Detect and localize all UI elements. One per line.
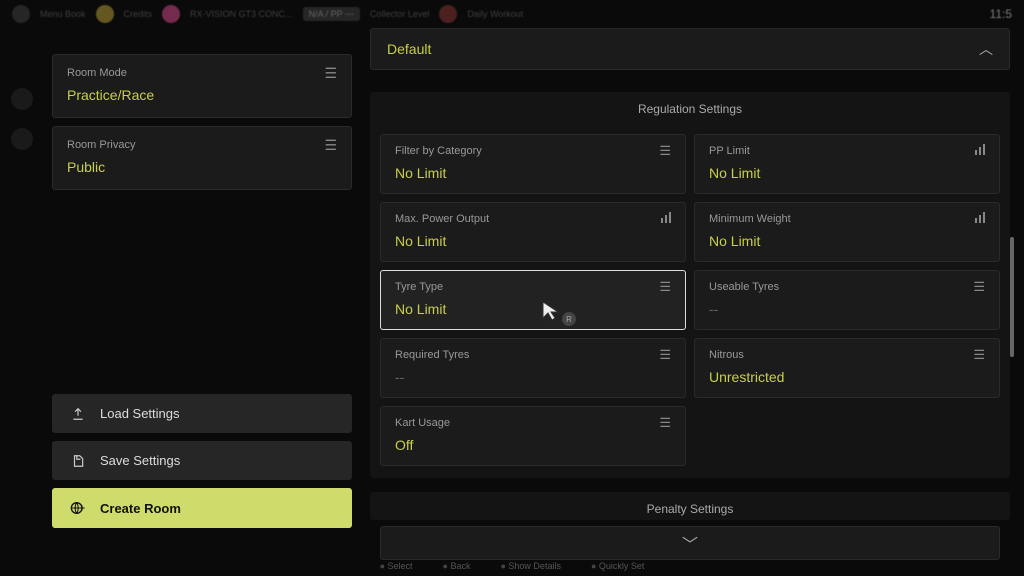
tile-value: Off xyxy=(395,437,671,453)
nitrous-tile[interactable]: ☰ Nitrous Unrestricted xyxy=(694,338,1000,398)
tile-label: PP Limit xyxy=(709,145,985,157)
collector-label: Collector Level xyxy=(370,9,430,19)
car-pill: N/A / PP --- xyxy=(303,7,360,21)
list-icon: ☰ xyxy=(324,137,337,154)
clock: 11:5 xyxy=(990,7,1012,21)
save-settings-button[interactable]: Save Settings xyxy=(52,441,352,480)
regulation-grid-wrap: ☰ Filter by Category No Limit PP Limit N… xyxy=(370,134,1010,478)
room-mode-label: Room Mode xyxy=(67,67,337,79)
default-label: Default xyxy=(387,41,431,57)
kart-usage-tile[interactable]: ☰ Kart Usage Off xyxy=(380,406,686,466)
room-mode-value: Practice/Race xyxy=(67,87,337,103)
avatar-icon xyxy=(12,5,30,23)
tile-label: Minimum Weight xyxy=(709,213,985,225)
bars-icon xyxy=(975,211,985,226)
required-tyres-tile[interactable]: ☰ Required Tyres -- xyxy=(380,338,686,398)
content-column: Default ︿ Regulation Settings ☰ Filter b… xyxy=(364,28,1024,556)
tile-label: Useable Tyres xyxy=(709,281,985,293)
sidebar: ☰ Room Mode Practice/Race ☰ Room Privacy… xyxy=(44,28,364,556)
penalty-title: Penalty Settings xyxy=(370,492,1010,520)
hint-quickset: Quickly Set xyxy=(591,561,644,571)
tile-value: Unrestricted xyxy=(709,369,985,385)
tile-value: No Limit xyxy=(395,233,671,249)
save-settings-label: Save Settings xyxy=(100,453,180,468)
daily-label: Daily Workout xyxy=(467,9,523,19)
tile-value: No Limit xyxy=(709,233,985,249)
list-icon: ☰ xyxy=(973,347,985,363)
room-privacy-card[interactable]: ☰ Room Privacy Public xyxy=(52,126,352,190)
chevron-up-icon: ︿ xyxy=(979,39,993,59)
create-room-label: Create Room xyxy=(100,501,181,516)
chevron-down-icon: ﹀ xyxy=(682,537,698,554)
pp-limit-tile[interactable]: PP Limit No Limit xyxy=(694,134,1000,194)
left-gutter xyxy=(0,28,44,556)
gutter-dot xyxy=(11,88,33,110)
gutter-dot xyxy=(11,128,33,150)
hint-details: Show Details xyxy=(500,561,560,571)
expand-penalty-button[interactable]: ﹀ xyxy=(380,526,1000,560)
tile-label: Kart Usage xyxy=(395,417,671,429)
list-icon: ☰ xyxy=(973,279,985,295)
tile-value: -- xyxy=(709,301,985,317)
useable-tyres-tile[interactable]: ☰ Useable Tyres -- xyxy=(694,270,1000,330)
save-icon xyxy=(70,454,86,468)
credits-icon xyxy=(96,5,114,23)
hint-back: Back xyxy=(443,561,471,571)
tile-label: Max. Power Output xyxy=(395,213,671,225)
tile-label: Required Tyres xyxy=(395,349,671,361)
car-icon xyxy=(162,5,180,23)
car-name: RX-VISION GT3 CONC... xyxy=(190,9,293,19)
create-room-button[interactable]: Create Room xyxy=(52,488,352,528)
tile-label: Tyre Type xyxy=(395,281,671,293)
tile-value: No Limit xyxy=(395,165,671,181)
room-privacy-value: Public xyxy=(67,159,337,175)
upload-icon xyxy=(70,407,86,421)
bars-icon xyxy=(661,211,671,226)
globe-plus-icon xyxy=(70,500,86,516)
top-bar: Menu Book Credits RX-VISION GT3 CONC... … xyxy=(0,0,1024,28)
list-icon: ☰ xyxy=(324,65,337,82)
room-mode-card[interactable]: ☰ Room Mode Practice/Race xyxy=(52,54,352,118)
bars-icon xyxy=(975,143,985,158)
filter-category-tile[interactable]: ☰ Filter by Category No Limit xyxy=(380,134,686,194)
scrollbar-thumb[interactable] xyxy=(1010,237,1014,357)
max-power-tile[interactable]: Max. Power Output No Limit xyxy=(380,202,686,262)
tile-label: Nitrous xyxy=(709,349,985,361)
tile-label: Filter by Category xyxy=(395,145,671,157)
tile-value: -- xyxy=(395,369,671,385)
menu-book-label: Menu Book xyxy=(40,9,86,19)
footer-hints: Select Back Show Details Quickly Set xyxy=(0,556,1024,576)
load-settings-label: Load Settings xyxy=(100,406,180,421)
list-icon: ☰ xyxy=(659,279,671,295)
tile-value: No Limit xyxy=(395,301,671,317)
daily-icon xyxy=(439,5,457,23)
tyre-type-tile[interactable]: ☰ Tyre Type No Limit xyxy=(380,270,686,330)
default-preset-bar[interactable]: Default ︿ xyxy=(370,28,1010,70)
list-icon: ☰ xyxy=(659,347,671,363)
load-settings-button[interactable]: Load Settings xyxy=(52,394,352,433)
min-weight-tile[interactable]: Minimum Weight No Limit xyxy=(694,202,1000,262)
list-icon: ☰ xyxy=(659,143,671,159)
scrollbar[interactable] xyxy=(1010,134,1014,478)
list-icon: ☰ xyxy=(659,415,671,431)
room-privacy-label: Room Privacy xyxy=(67,139,337,151)
hint-select: Select xyxy=(380,561,413,571)
credits-label: Credits xyxy=(124,9,153,19)
regulation-title: Regulation Settings xyxy=(370,92,1010,134)
tile-value: No Limit xyxy=(709,165,985,181)
